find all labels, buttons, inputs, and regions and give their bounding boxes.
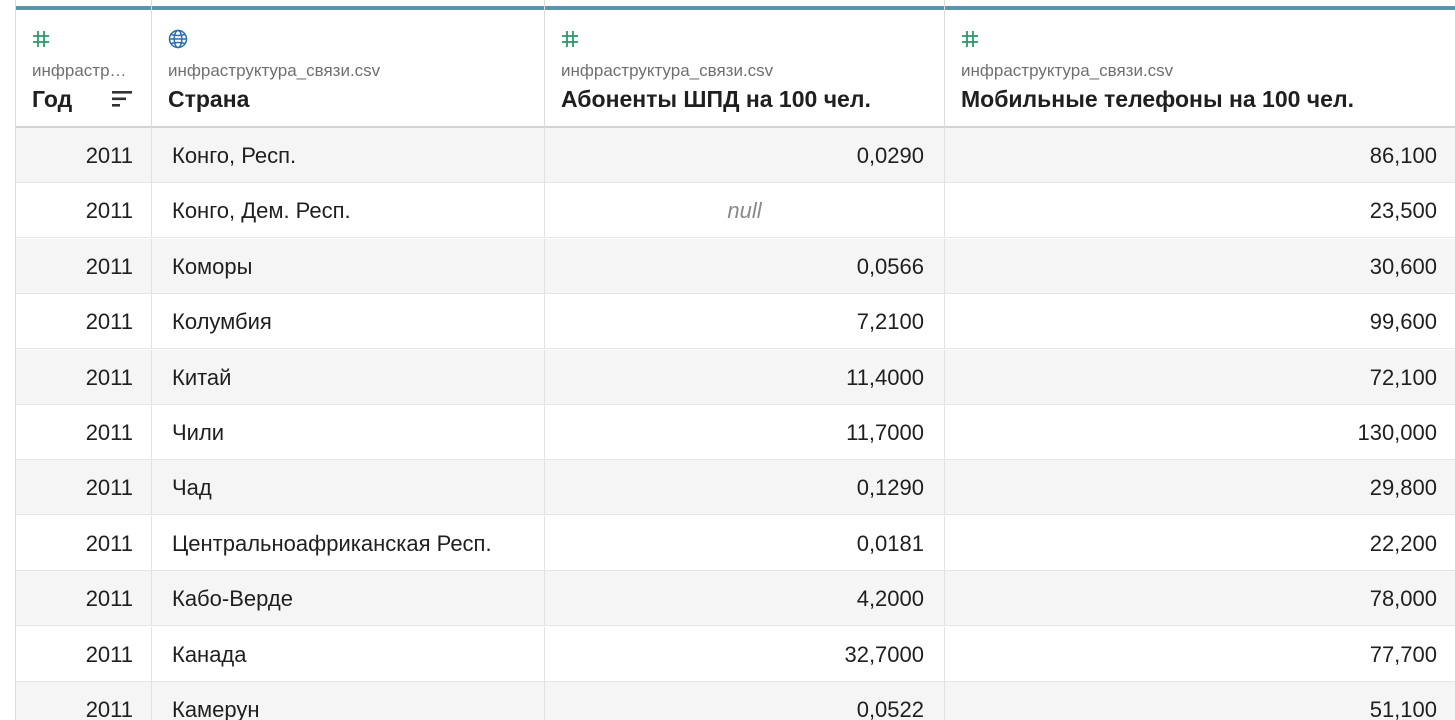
- cell-mobile[interactable]: 51,100: [945, 682, 1455, 720]
- table-row[interactable]: 2011 Колумбия 7,2100 99,600: [0, 294, 1455, 349]
- cell-year[interactable]: 2011: [16, 239, 152, 294]
- cell-broadband[interactable]: 7,2100: [545, 294, 945, 349]
- cell-broadband[interactable]: 0,0566: [545, 239, 945, 294]
- cell-country[interactable]: Коморы: [152, 239, 545, 294]
- globe-icon: [167, 28, 189, 50]
- cell-year[interactable]: 2011: [16, 571, 152, 626]
- cell-country[interactable]: Чили: [152, 405, 545, 460]
- cell-country[interactable]: Колумбия: [152, 294, 545, 349]
- cell-country[interactable]: Камерун: [152, 682, 545, 720]
- column-header-row: инфрастр… Год инфраструктура_связи.csv С…: [0, 0, 1455, 128]
- cell-broadband[interactable]: 0,0522: [545, 682, 945, 720]
- column-name: Год: [32, 86, 73, 112]
- table-row[interactable]: 2011 Конго, Дем. Респ. null 23,500: [0, 183, 1455, 238]
- cell-mobile[interactable]: 23,500: [945, 183, 1455, 238]
- cell-year[interactable]: 2011: [16, 627, 152, 682]
- cell-mobile[interactable]: 72,100: [945, 350, 1455, 405]
- cell-country[interactable]: Конго, Дем. Респ.: [152, 183, 545, 238]
- cell-broadband[interactable]: 4,2000: [545, 571, 945, 626]
- table-row[interactable]: 2011 Центральноафриканская Респ. 0,0181 22,…: [0, 516, 1455, 571]
- cell-broadband[interactable]: 0,0290: [545, 128, 945, 183]
- hash-icon: [959, 28, 981, 50]
- row-gutter: [0, 0, 16, 720]
- column-header-accent-bar: [152, 6, 544, 10]
- cell-mobile[interactable]: 130,000: [945, 405, 1455, 460]
- column-source: инфраструктура_связи.csv: [961, 61, 1174, 80]
- cell-year[interactable]: 2011: [16, 405, 152, 460]
- column-source: инфраструктура_связи.csv: [561, 61, 774, 80]
- column-header-broadband[interactable]: инфраструктура_связи.csv Абоненты ШПД на…: [545, 0, 945, 128]
- hash-icon: [30, 28, 52, 50]
- cell-country[interactable]: Центральноафриканская Респ.: [152, 516, 545, 571]
- column-header-accent-bar: [16, 6, 151, 10]
- column-header-country[interactable]: инфраструктура_связи.csv Страна: [152, 0, 545, 128]
- cell-mobile[interactable]: 30,600: [945, 239, 1455, 294]
- cell-broadband[interactable]: null: [545, 183, 945, 238]
- table-row[interactable]: 2011 Канада 32,7000 77,700: [0, 627, 1455, 682]
- cell-year[interactable]: 2011: [16, 682, 152, 720]
- cell-year[interactable]: 2011: [16, 516, 152, 571]
- cell-year[interactable]: 2011: [16, 350, 152, 405]
- cell-year[interactable]: 2011: [16, 128, 152, 183]
- cell-country[interactable]: Кабо-Верде: [152, 571, 545, 626]
- column-name: Страна: [168, 86, 250, 112]
- cell-broadband[interactable]: 0,1290: [545, 460, 945, 515]
- cell-broadband[interactable]: 0,0181: [545, 516, 945, 571]
- hash-icon: [559, 28, 581, 50]
- column-name: Мобильные телефоны на 100 чел.: [961, 86, 1354, 112]
- cell-year[interactable]: 2011: [16, 294, 152, 349]
- cell-year[interactable]: 2011: [16, 460, 152, 515]
- cell-year[interactable]: 2011: [16, 183, 152, 238]
- cell-country[interactable]: Канада: [152, 627, 545, 682]
- cell-country[interactable]: Конго, Респ.: [152, 128, 545, 183]
- cell-broadband[interactable]: 32,7000: [545, 627, 945, 682]
- sort-descending-icon[interactable]: [112, 90, 132, 108]
- table-row[interactable]: 2011 Китай 11,4000 72,100: [0, 350, 1455, 405]
- column-header-accent-bar: [945, 6, 1455, 10]
- cell-mobile[interactable]: 86,100: [945, 128, 1455, 183]
- cell-country[interactable]: Китай: [152, 350, 545, 405]
- table-row[interactable]: 2011 Камерун 0,0522 51,100: [0, 682, 1455, 720]
- data-grid: инфрастр… Год инфраструктура_связи.csv С…: [0, 0, 1455, 720]
- cell-country[interactable]: Чад: [152, 460, 545, 515]
- column-header-mobile[interactable]: инфраструктура_связи.csv Мобильные телеф…: [945, 0, 1455, 128]
- cell-mobile[interactable]: 77,700: [945, 627, 1455, 682]
- table-row[interactable]: 2011 Коморы 0,0566 30,600: [0, 239, 1455, 294]
- column-source: инфрастр…: [32, 61, 127, 80]
- cell-broadband[interactable]: 11,7000: [545, 405, 945, 460]
- column-source: инфраструктура_связи.csv: [168, 61, 381, 80]
- cell-mobile[interactable]: 29,800: [945, 460, 1455, 515]
- cell-broadband[interactable]: 11,4000: [545, 350, 945, 405]
- cell-mobile[interactable]: 22,200: [945, 516, 1455, 571]
- table-row[interactable]: 2011 Чад 0,1290 29,800: [0, 460, 1455, 515]
- table-row[interactable]: 2011 Кабо-Верде 4,2000 78,000: [0, 571, 1455, 626]
- column-header-accent-bar: [545, 6, 944, 10]
- column-name: Абоненты ШПД на 100 чел.: [561, 86, 871, 112]
- cell-mobile[interactable]: 99,600: [945, 294, 1455, 349]
- column-header-year[interactable]: инфрастр… Год: [16, 0, 152, 128]
- cell-mobile[interactable]: 78,000: [945, 571, 1455, 626]
- table-row[interactable]: 2011 Чили 11,7000 130,000: [0, 405, 1455, 460]
- table-row[interactable]: 2011 Конго, Респ. 0,0290 86,100: [0, 128, 1455, 183]
